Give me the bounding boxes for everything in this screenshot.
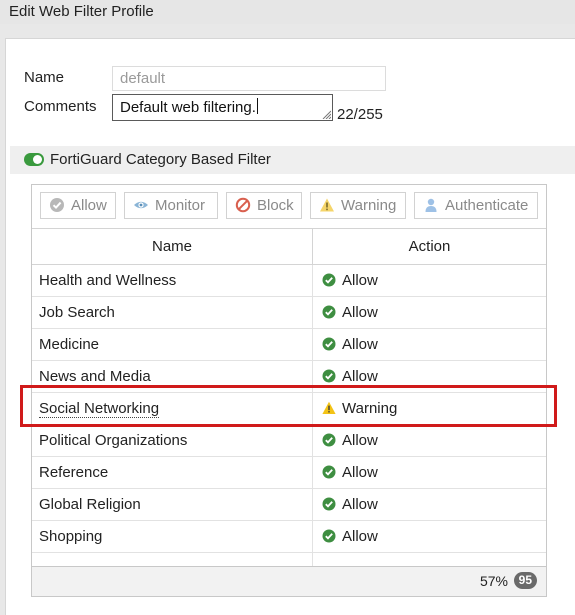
window-title-text: Edit Web Filter Profile: [9, 3, 154, 20]
table-row[interactable]: Reference Allow: [32, 457, 546, 489]
row-action-label: Allow: [342, 528, 378, 545]
row-action-label: Allow: [342, 464, 378, 481]
comments-text: Default web filtering.: [120, 99, 256, 116]
comments-textarea[interactable]: Default web filtering.: [112, 94, 333, 121]
row-action: Allow: [322, 457, 378, 488]
comments-label: Comments: [24, 98, 97, 115]
authenticate-button-label: Authenticate: [445, 197, 529, 214]
row-action: Allow: [322, 489, 378, 520]
block-button[interactable]: Block: [226, 192, 302, 219]
table-row[interactable]: Global Religion Allow: [32, 489, 546, 521]
row-name: Medicine: [39, 336, 100, 353]
cell-divider: [312, 489, 313, 521]
name-field[interactable]: default: [112, 66, 386, 91]
check-circle-icon: [322, 465, 336, 479]
resize-grip-icon[interactable]: [321, 109, 331, 119]
row-action: Allow: [322, 297, 378, 328]
block-button-label: Block: [257, 197, 294, 214]
check-circle-icon: [322, 433, 336, 447]
user-icon: [425, 198, 437, 212]
highlight-box: [20, 385, 557, 427]
row-action-label: Allow: [342, 336, 378, 353]
allow-button-label: Allow: [71, 197, 107, 214]
row-action-label: Allow: [342, 272, 378, 289]
block-icon: [235, 197, 251, 213]
warning-triangle-icon: [320, 198, 334, 212]
comments-counter: 22/255: [337, 106, 383, 123]
cell-divider: [312, 329, 313, 361]
row-name: Reference: [39, 464, 109, 481]
eye-icon: [134, 201, 148, 209]
row-action: Allow: [322, 329, 378, 360]
check-circle-icon: [322, 529, 336, 543]
category-filter-toggle[interactable]: [24, 153, 44, 166]
scroll-percent: 57%: [479, 573, 508, 589]
toggle-knob: [33, 155, 42, 164]
row-name: Global Religion: [39, 496, 141, 513]
cell-divider: [312, 425, 313, 457]
check-circle-icon: [322, 369, 336, 383]
window-title: Edit Web Filter Profile: [0, 0, 575, 24]
row-action: Allow: [322, 425, 378, 456]
total-count-badge: 95: [513, 572, 537, 589]
row-name: Political Organizations: [39, 432, 188, 449]
row-name: Health and Wellness: [39, 272, 177, 289]
text-caret: [256, 98, 258, 114]
section-title: FortiGuard Category Based Filter: [50, 151, 271, 168]
check-circle-icon: [322, 497, 336, 511]
column-header-action[interactable]: Action: [313, 229, 546, 264]
section-header: FortiGuard Category Based Filter: [10, 146, 575, 174]
row-action-label: Allow: [342, 496, 378, 513]
row-action-label: Allow: [342, 432, 378, 449]
row-name: Job Search: [39, 304, 115, 321]
check-circle-icon: [50, 198, 64, 212]
monitor-button-label: Monitor: [155, 197, 206, 214]
check-circle-icon: [322, 273, 336, 287]
table-row[interactable]: Health and Wellness Allow: [32, 265, 546, 297]
monitor-button[interactable]: Monitor: [124, 192, 218, 219]
cell-divider: [312, 297, 313, 329]
cell-divider: [312, 521, 313, 553]
authenticate-button[interactable]: Authenticate: [414, 192, 538, 219]
allow-button[interactable]: Allow: [40, 192, 116, 219]
row-name: Shopping: [39, 528, 103, 545]
warning-button[interactable]: Warning: [310, 192, 406, 219]
check-circle-icon: [322, 337, 336, 351]
check-circle-icon: [322, 305, 336, 319]
table-footer: 57% 95: [32, 566, 546, 596]
table-row[interactable]: Shopping Allow: [32, 521, 546, 553]
table-row[interactable]: Political Organizations Allow: [32, 425, 546, 457]
column-header-name[interactable]: Name: [32, 229, 312, 264]
table-row[interactable]: Medicine Allow: [32, 329, 546, 361]
name-field-placeholder: default: [120, 70, 166, 87]
warning-button-label: Warning: [341, 197, 397, 214]
row-action-label: Allow: [342, 368, 378, 385]
row-action: Allow: [322, 521, 378, 552]
action-toolbar: Allow Monitor Block Warning Authenticate: [32, 185, 546, 229]
table-row[interactable]: Job Search Allow: [32, 297, 546, 329]
cell-divider: [312, 553, 313, 566]
cell-divider: [312, 265, 313, 297]
row-action: Allow: [322, 265, 378, 296]
cell-divider: [312, 457, 313, 489]
table-row-partial: [32, 553, 546, 566]
row-action-label: Allow: [342, 304, 378, 321]
name-label: Name: [24, 69, 65, 86]
table-header: Name Action: [32, 228, 546, 265]
